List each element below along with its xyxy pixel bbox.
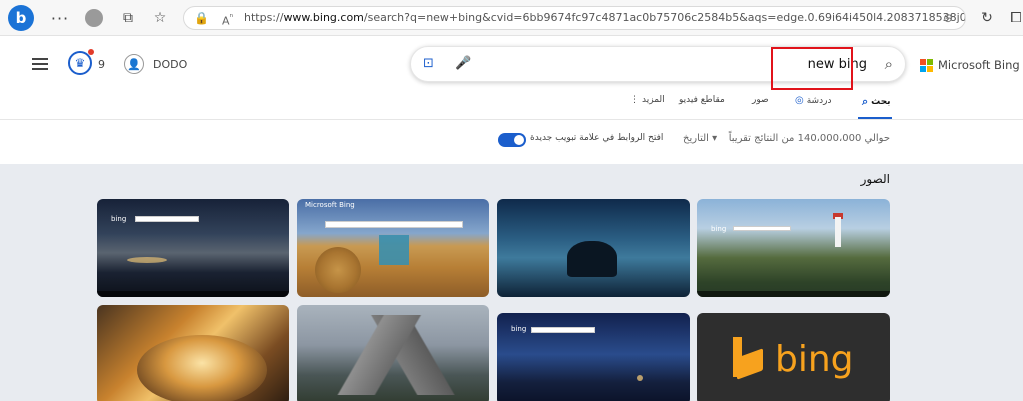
search-tabs: ⌕ بحث ◎ دردشة صور مقاطع فيديو ⋮ المزيد [0,90,1023,119]
image-thumbnail[interactable] [497,199,690,297]
user-avatar-icon[interactable]: 👤 [124,54,144,74]
more-options-icon[interactable]: ··· [48,6,72,30]
active-tab-indicator [858,117,892,119]
chevron-down-icon: ▾ [712,133,718,144]
lighthouse [835,217,841,247]
island-rock [567,241,617,277]
new-tab-toggle[interactable] [498,133,526,147]
tab-search[interactable]: ⌕ بحث [862,95,891,109]
new-tab-label: افتح الروابط في علامة تبويب جديدة [530,133,664,143]
tab-more[interactable]: ⋮ المزيد [630,95,665,105]
images-section: الصور bing Microsoft Bing bing bing bing [0,164,1023,401]
url-path: /search?q=new+bing&cvid=6bb9674fc97c4871… [363,11,966,24]
address-bar[interactable]: 🔒 Aⁿ https://www.bing.com/search?q=new+b… [183,6,966,30]
chat-icon: ◎ [795,95,804,106]
browser-toolbar: b ··· ⧉ ☆ 🔒 Aⁿ https://www.bing.com/sear… [0,0,1023,36]
image-thumbnail[interactable]: Microsoft Bing [297,199,489,297]
monument-sculpture [327,315,467,395]
images-section-title[interactable]: الصور [861,172,890,186]
edge-logo-icon[interactable]: b [8,5,34,31]
url-domain: www.bing.com [283,11,364,24]
thumb-bing-logo: bing [511,325,527,333]
bing-wordmark: bing [775,338,854,380]
image-thumbnail[interactable] [297,305,489,401]
thumb-bing-logo: bing [711,225,727,233]
star-light [637,375,643,381]
brand-label: Microsoft Bing [938,58,1020,72]
image-thumbnail[interactable]: bing [697,199,890,297]
read-aloud-icon[interactable]: Aⁿ [222,7,233,29]
tab-chat[interactable]: ◎ دردشة [795,95,831,106]
visual-search-icon[interactable]: ⊡ [423,56,434,71]
url-prefix: https:// [244,11,284,24]
more-dots-icon: ⋮ [630,95,639,105]
thumb-search-bar [325,221,463,228]
tab-more-label: المزيد [642,95,665,105]
image-thumbnail[interactable]: bing [97,199,289,297]
tab-images[interactable]: صور [752,95,769,105]
microsoft-bing-logo[interactable]: Microsoft Bing [920,58,1020,72]
image-thumbnail[interactable]: bing [497,313,690,401]
microsoft-logo-icon [920,58,933,72]
thumb-search-bar [531,327,595,333]
filter-row: حوالي 140،000،000 من النتائج تقريباً الت… [0,120,1023,164]
menu-icon[interactable] [32,58,48,70]
tab-chat-label: دردشة [806,95,832,106]
tab-actions-icon[interactable]: ⧉ [116,6,140,30]
bing-header: ♛ 9 👤 DODO ⊡ 🎤 ⌕ Microsoft Bing ⌕ بحث ◎ … [0,36,1023,120]
notification-dot [88,49,94,55]
search-icon: ⌕ [862,95,869,108]
thumb-search-bar [733,226,791,231]
profile-icon[interactable] [82,6,106,30]
thumb-bing-logo: bing [111,215,127,223]
chat-tab-highlight [771,47,853,90]
thumb-ms-bing-label: Microsoft Bing [305,201,355,209]
date-filter-label: التاريخ [683,133,709,144]
thumb-taskbar [697,291,890,297]
split-screen-icon[interactable]: ⧠ [1004,6,1023,30]
date-filter[interactable]: التاريخ ▾ [683,133,717,144]
bing-b-icon [733,337,765,381]
hay-bale [315,247,361,293]
refresh-icon[interactable]: ↻ [975,6,999,30]
image-thumbnail[interactable]: bing [697,313,890,401]
microphone-icon[interactable]: 🎤 [455,56,471,71]
user-name[interactable]: DODO [153,58,187,71]
tab-search-label: بحث [871,97,891,107]
cloud-gate-sculpture [137,335,267,401]
thumb-overlay [379,235,409,265]
search-icon[interactable]: ⌕ [885,55,893,73]
image-thumbnail[interactable] [97,305,289,401]
thumb-search-bar [135,216,199,222]
bing-logo: bing [733,337,854,381]
results-count: حوالي 140،000،000 من النتائج تقريباً [728,133,890,144]
tab-videos[interactable]: مقاطع فيديو [679,95,725,105]
tab-videos-label: مقاطع فيديو [679,95,725,105]
tab-images-label: صور [752,95,769,105]
tracking-icon[interactable]: ⊖ [943,7,953,29]
rewards-count: 9 [98,58,105,71]
rewards-icon[interactable]: ♛ [68,51,92,75]
favorites-icon[interactable]: ☆ [148,6,172,30]
thumb-taskbar [97,291,289,297]
city-lights [127,257,167,263]
site-info-icon[interactable]: 🔒 [194,7,209,29]
